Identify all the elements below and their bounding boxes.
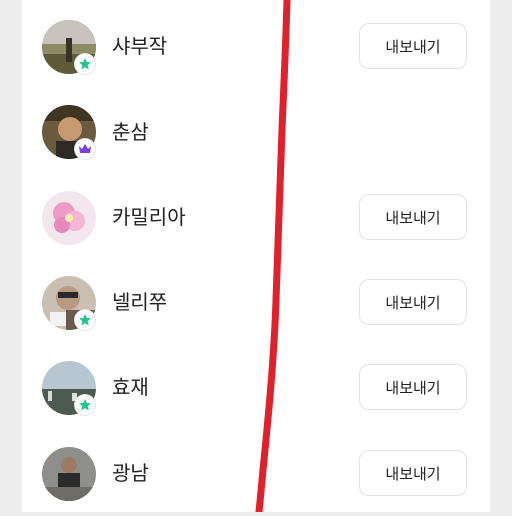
kick-button[interactable]: 내보내기	[359, 450, 467, 496]
member-row: 넬리쭈 내보내기	[22, 259, 490, 345]
kick-button[interactable]: 내보내기	[359, 279, 467, 325]
member-row: 춘삼	[22, 89, 490, 175]
crown-badge-icon	[75, 139, 95, 159]
member-row: 카밀리아 내보내기	[22, 174, 490, 260]
kick-button[interactable]: 내보내기	[359, 23, 467, 69]
member-row: 효재 내보내기	[22, 344, 490, 430]
member-name: 넬리쭈	[112, 290, 168, 314]
member-name: 샤부작	[112, 34, 168, 58]
member-name: 효재	[112, 375, 149, 399]
member-name: 카밀리아	[112, 205, 186, 229]
member-row: 광남 내보내기	[22, 430, 490, 516]
member-name: 춘삼	[112, 120, 149, 144]
avatar[interactable]	[42, 191, 96, 245]
kick-button[interactable]: 내보내기	[359, 364, 467, 410]
member-name: 광남	[112, 461, 149, 485]
member-row: 샤부작 내보내기	[22, 3, 490, 89]
star-badge-icon	[75, 310, 95, 330]
star-badge-icon	[75, 395, 95, 415]
member-list: 샤부작 내보내기 춘삼 카밀리아 내보내기 넬리쭈 내보내기 효재 내보내기 광…	[22, 0, 490, 512]
star-badge-icon	[75, 54, 95, 74]
kick-button[interactable]: 내보내기	[359, 194, 467, 240]
avatar[interactable]	[42, 447, 96, 501]
